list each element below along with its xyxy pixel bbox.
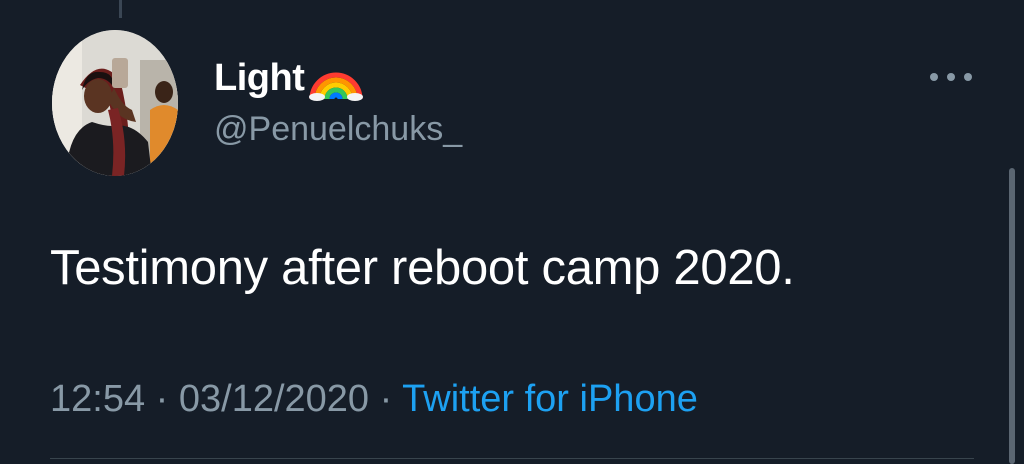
profile-avatar[interactable]	[52, 30, 178, 176]
tweet-source-link[interactable]: Twitter for iPhone	[402, 378, 698, 420]
meta-separator: ·	[379, 378, 393, 420]
scrollbar[interactable]	[1009, 168, 1015, 464]
more-options-icon[interactable]	[930, 66, 972, 88]
meta-separator: ·	[155, 378, 169, 420]
display-name-text: Light	[214, 56, 305, 99]
more-dot	[964, 73, 972, 81]
more-dot	[947, 73, 955, 81]
rainbow-icon	[308, 55, 364, 101]
more-dot	[930, 73, 938, 81]
user-handle[interactable]: @Penuelchuks_	[214, 110, 462, 149]
divider	[50, 458, 974, 459]
tweet-time[interactable]: 12:54	[50, 378, 145, 420]
avatar-photo	[52, 30, 178, 176]
display-name[interactable]: Light	[214, 55, 364, 101]
tweet-meta: 12:54 · 03/12/2020 · Twitter for iPhone	[50, 378, 698, 421]
tweet-date[interactable]: 03/12/2020	[179, 378, 369, 420]
tweet-text: Testimony after reboot camp 2020.	[50, 241, 795, 295]
thread-connector-line	[119, 0, 122, 18]
